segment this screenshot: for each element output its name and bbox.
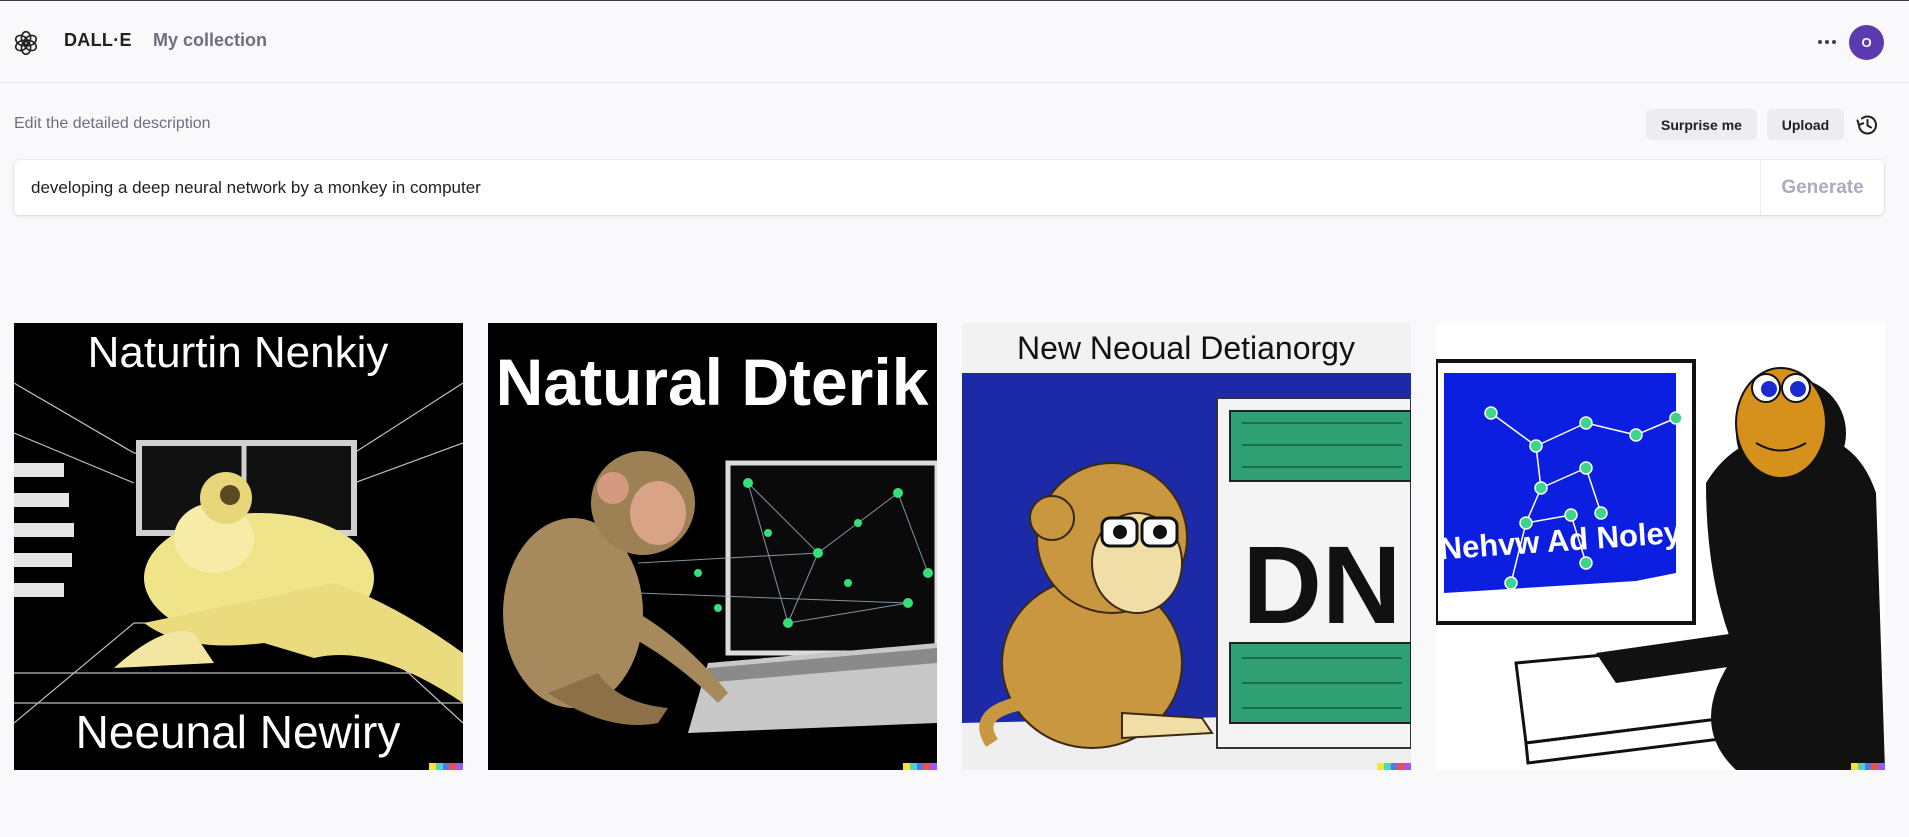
prompt-input[interactable] bbox=[14, 160, 1760, 215]
generated-image-3[interactable]: DN New Neoual Detianorgy bbox=[962, 323, 1411, 770]
more-dot-icon bbox=[1825, 40, 1829, 44]
image-3-art: DN New Neoual Detianorgy bbox=[962, 323, 1411, 770]
dalle-signature bbox=[429, 763, 463, 770]
generated-image-2[interactable]: Natural Dterik bbox=[488, 323, 937, 770]
image-3-top-text: New Neoual Detianorgy bbox=[1017, 330, 1355, 366]
generated-image-1[interactable]: Naturtin Nenkiy Neeunal Newiry bbox=[14, 323, 463, 770]
image-4-art: Nehvw Ad Noley bbox=[1436, 323, 1885, 770]
dalle-signature bbox=[1851, 763, 1885, 770]
app-header: DALL·E My collection O bbox=[0, 1, 1909, 83]
more-options-button[interactable] bbox=[1812, 28, 1842, 56]
more-dot-icon bbox=[1818, 40, 1822, 44]
openai-logo-icon[interactable] bbox=[12, 29, 40, 57]
prompt-label: Edit the detailed description bbox=[14, 115, 211, 132]
image-2-top-text: Natural Dterik bbox=[496, 345, 929, 419]
prompt-box: Generate bbox=[14, 160, 1884, 215]
image-grid: Naturtin Nenkiy Neeunal Newiry Natural D… bbox=[14, 323, 1885, 770]
dalle-signature bbox=[1377, 763, 1411, 770]
app-brand[interactable]: DALL·E bbox=[64, 30, 132, 51]
image-2-art: Natural Dterik bbox=[488, 323, 937, 770]
image-3-center-text: DN bbox=[1243, 524, 1402, 647]
image-1-art: Naturtin Nenkiy Neeunal Newiry bbox=[14, 323, 463, 770]
generated-image-4[interactable]: Nehvw Ad Noley bbox=[1436, 323, 1885, 770]
more-dot-icon bbox=[1832, 40, 1836, 44]
image-1-top-text: Naturtin Nenkiy bbox=[88, 328, 389, 377]
user-avatar[interactable]: O bbox=[1849, 25, 1884, 60]
surprise-me-button[interactable]: Surprise me bbox=[1646, 109, 1757, 140]
dalle-signature bbox=[903, 763, 937, 770]
history-icon[interactable] bbox=[1854, 112, 1880, 138]
nav-my-collection[interactable]: My collection bbox=[153, 30, 267, 51]
image-1-bottom-text: Neeunal Newiry bbox=[76, 706, 401, 758]
upload-button[interactable]: Upload bbox=[1767, 109, 1844, 140]
generate-button[interactable]: Generate bbox=[1760, 160, 1884, 215]
